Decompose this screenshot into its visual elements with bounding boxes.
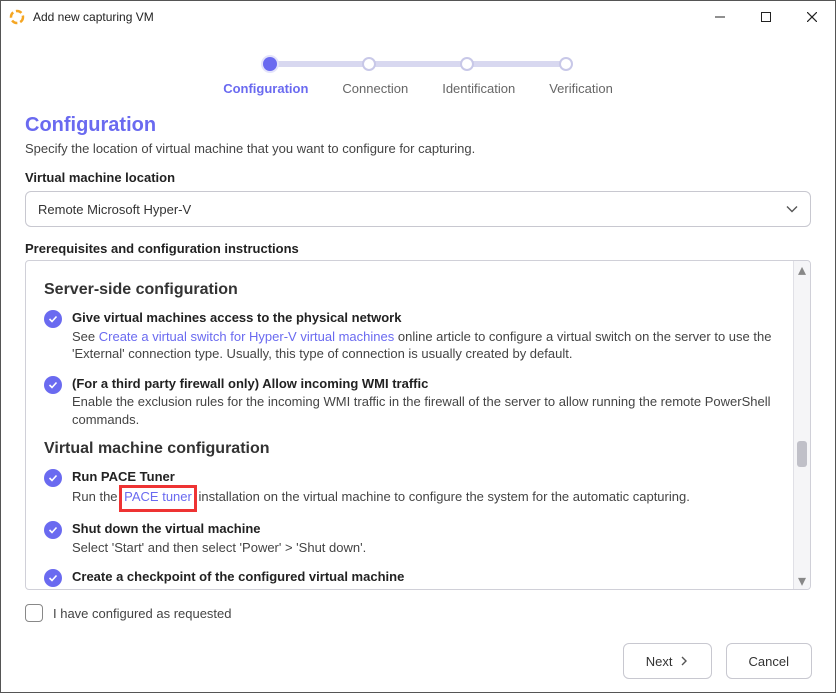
configured-checkbox-label: I have configured as requested — [53, 606, 232, 621]
check-icon — [44, 521, 62, 539]
close-button[interactable] — [789, 1, 835, 33]
item-shutdown: Shut down the virtual machine Select 'St… — [44, 520, 775, 556]
vm-location-label: Virtual machine location — [25, 170, 811, 185]
minimize-button[interactable] — [697, 1, 743, 33]
cancel-button[interactable]: Cancel — [726, 643, 812, 679]
check-icon — [44, 469, 62, 487]
page-title: Configuration — [25, 114, 811, 137]
step-label-identification[interactable]: Identification — [442, 81, 515, 96]
scroll-up-icon[interactable]: ▴ — [794, 261, 810, 278]
check-icon — [44, 569, 62, 587]
next-button[interactable]: Next — [623, 643, 712, 679]
step-dot-connection[interactable] — [362, 57, 376, 71]
wizard-stepper: Configuration Connection Identification … — [25, 57, 811, 96]
create-vswitch-link[interactable]: Create a virtual switch for Hyper-V virt… — [99, 329, 395, 344]
item-pace-tuner: Run PACE Tuner Run the PACE tuner instal… — [44, 468, 775, 508]
step-label-configuration[interactable]: Configuration — [223, 81, 308, 96]
server-config-heading: Server-side configuration — [44, 281, 775, 299]
item-checkpoint: Create a checkpoint of the configured vi… — [44, 568, 775, 589]
scrollbar[interactable]: ▴ ▾ — [793, 261, 810, 589]
maximize-button[interactable] — [743, 1, 789, 33]
app-logo-icon — [9, 9, 25, 25]
scroll-down-icon[interactable]: ▾ — [794, 572, 810, 589]
vm-location-value: Remote Microsoft Hyper-V — [38, 202, 191, 217]
step-label-verification[interactable]: Verification — [549, 81, 613, 96]
vm-config-heading: Virtual machine configuration — [44, 440, 775, 458]
step-dot-verification[interactable] — [559, 57, 573, 71]
checkpoints-link[interactable]: Work with Checkpoints — [99, 588, 231, 589]
chevron-right-icon — [679, 656, 689, 666]
instructions-panel: Server-side configuration Give virtual m… — [25, 260, 811, 590]
step-dot-configuration[interactable] — [263, 57, 277, 71]
step-label-connection[interactable]: Connection — [342, 81, 408, 96]
vm-location-select[interactable]: Remote Microsoft Hyper-V — [25, 191, 811, 227]
pace-tuner-link[interactable]: PACE tuner — [124, 489, 192, 504]
scroll-thumb[interactable] — [797, 441, 807, 467]
chevron-down-icon — [786, 203, 798, 215]
step-dot-identification[interactable] — [460, 57, 474, 71]
check-icon — [44, 376, 62, 394]
prereq-heading: Prerequisites and configuration instruct… — [25, 241, 811, 256]
check-icon — [44, 310, 62, 328]
titlebar: Add new capturing VM — [1, 1, 835, 33]
item-network-access: Give virtual machines access to the phys… — [44, 309, 775, 363]
item-wmi-traffic: (For a third party firewall only) Allow … — [44, 375, 775, 429]
highlight-annotation: PACE tuner — [119, 485, 197, 513]
page-subtitle: Specify the location of virtual machine … — [25, 141, 811, 156]
configured-checkbox[interactable] — [25, 604, 43, 622]
window-title: Add new capturing VM — [33, 10, 697, 24]
